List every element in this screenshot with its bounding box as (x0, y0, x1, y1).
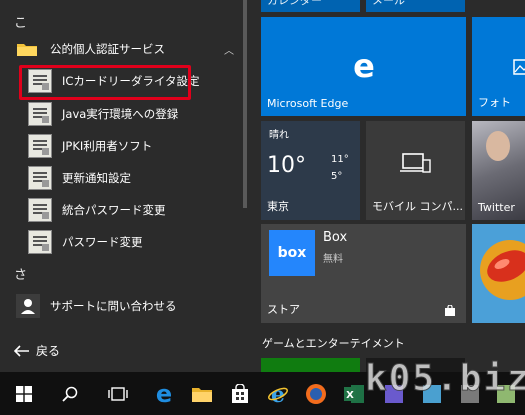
app-item-contact-support[interactable]: サポートに問い合わせる (0, 290, 240, 322)
internet-explorer-icon: e (268, 383, 288, 405)
folder-label: 公的個人認証サービス (50, 42, 165, 56)
taskbar-firefox[interactable] (296, 372, 336, 415)
folder-icon (17, 44, 37, 56)
mobile-companion-label: モバイル コンパ... (372, 200, 463, 213)
section-header-ko[interactable]: こ (14, 12, 27, 31)
tile-group-header[interactable]: ゲームとエンターテイメント (262, 335, 405, 351)
person-icon (16, 294, 40, 318)
task-view-button[interactable] (98, 372, 138, 415)
mail-tile[interactable]: メール (366, 0, 465, 12)
taskbar-edge[interactable]: e (144, 372, 184, 415)
start-menu-app-list: こ 公的個人認証サービス ︿ ICカードリーダライタ設定 Java実行環境への登… (0, 0, 256, 372)
section-header-sa[interactable]: さ (14, 264, 27, 283)
box-price: 無料 (323, 254, 343, 265)
weather-high: 11° (331, 154, 349, 165)
support-label: サポートに問い合わせる (50, 299, 177, 313)
edge-icon: e (155, 379, 173, 408)
app-item-update-notify[interactable]: 更新通知設定 (0, 162, 240, 194)
tile-area: カレンダー メール e Microsoft Edge フォト 晴れ 10° 11… (256, 0, 525, 372)
edge-tile[interactable]: e Microsoft Edge (261, 17, 466, 116)
weather-tile[interactable]: 晴れ 10° 11° 5° 東京 (261, 121, 360, 220)
start-button[interactable] (4, 372, 44, 415)
svg-text:X: X (346, 390, 354, 401)
app-item-label: 更新通知設定 (62, 171, 131, 185)
jpki-app-icon (28, 198, 52, 222)
twitter-photo-face (486, 131, 510, 161)
twitter-tile[interactable]: Twitter (472, 121, 525, 220)
weather-temp: 10° (267, 153, 306, 178)
app-list-scrollbar[interactable] (243, 0, 247, 208)
edge-tile-label: Microsoft Edge (267, 97, 349, 110)
app-item-label: JPKI利用者ソフト (62, 139, 153, 153)
firefox-icon (306, 383, 326, 404)
jpki-app-icon (28, 166, 52, 190)
laptop-phone-icon (400, 153, 431, 173)
calendar-tile-label: カレンダー (267, 0, 322, 7)
weather-condition: 晴れ (269, 130, 289, 141)
svg-text:e: e (353, 51, 375, 81)
search-icon (62, 386, 78, 402)
taskbar-store[interactable] (220, 372, 260, 415)
excel-icon: X (344, 384, 364, 403)
svg-text:e: e (271, 383, 285, 405)
mail-tile-label: メール (372, 0, 405, 7)
taskbar-ie[interactable]: e (258, 372, 298, 415)
app-item-java-register[interactable]: Java実行環境への登録 (0, 98, 240, 130)
candy-icon (472, 224, 525, 323)
weather-low: 5° (331, 171, 343, 182)
watermark: k05.biz (365, 358, 525, 400)
store-bag-icon (445, 305, 455, 316)
folder-row[interactable]: 公的個人認証サービス ︿ (0, 33, 240, 65)
edge-icon: e (353, 51, 375, 81)
candy-game-tile[interactable] (472, 224, 525, 323)
xbox-tile-partial[interactable] (261, 358, 360, 372)
box-logo-icon: box (269, 230, 315, 276)
app-item-integrated-password[interactable]: 統合パスワード変更 (0, 194, 240, 226)
taskbar-explorer[interactable] (182, 372, 222, 415)
task-view-icon (108, 386, 128, 401)
weather-city: 東京 (267, 200, 289, 213)
highlight-box (19, 65, 191, 100)
watermark-text: k05.biz (365, 358, 525, 400)
store-label: ストア (267, 303, 300, 316)
box-tile[interactable]: box Box 無料 ストア (261, 224, 466, 323)
app-item-jpki-user-software[interactable]: JPKI利用者ソフト (0, 130, 240, 162)
search-button[interactable] (50, 372, 90, 415)
app-item-label: パスワード変更 (62, 235, 143, 249)
jpki-app-icon (28, 230, 52, 254)
mobile-companion-tile[interactable]: モバイル コンパ... (366, 121, 465, 220)
app-item-password-change[interactable]: パスワード変更 (0, 226, 240, 258)
box-title: Box (323, 230, 348, 245)
back-arrow-icon (14, 344, 29, 357)
photos-icon (513, 59, 525, 75)
windows-logo-icon (16, 385, 32, 402)
photos-tile[interactable]: フォト (472, 17, 525, 116)
app-item-label: 統合パスワード変更 (62, 203, 166, 217)
back-button[interactable]: 戻る (14, 342, 60, 359)
jpki-app-icon (28, 134, 52, 158)
calendar-tile[interactable]: カレンダー (261, 0, 360, 12)
app-item-label: Java実行環境への登録 (62, 107, 179, 121)
back-label: 戻る (36, 344, 61, 358)
twitter-tile-label: Twitter (478, 201, 515, 214)
store-bag-icon (232, 383, 248, 403)
jpki-app-icon (28, 102, 52, 126)
chevron-up-icon: ︿ (224, 46, 234, 57)
folder-icon (192, 387, 212, 402)
photos-tile-label: フォト (478, 96, 511, 109)
